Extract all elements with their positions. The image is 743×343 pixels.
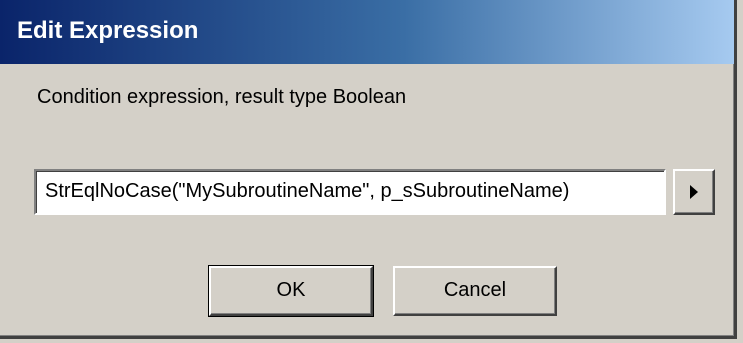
- title-bar[interactable]: Edit Expression: [0, 0, 734, 64]
- condition-message: Condition expression, result type Boolea…: [37, 86, 407, 108]
- window-title: Edit Expression: [17, 17, 199, 44]
- expression-menu-button[interactable]: [673, 169, 715, 215]
- cancel-button[interactable]: Cancel: [393, 266, 557, 316]
- ok-button[interactable]: OK: [208, 265, 374, 317]
- edit-expression-dialog: Edit Expression Condition expression, re…: [0, 0, 737, 339]
- expression-input[interactable]: StrEqlNoCase("MySubroutineName", p_sSubr…: [34, 169, 666, 215]
- expression-value: StrEqlNoCase("MySubroutineName", p_sSubr…: [45, 180, 570, 202]
- right-arrow-icon: [690, 185, 698, 199]
